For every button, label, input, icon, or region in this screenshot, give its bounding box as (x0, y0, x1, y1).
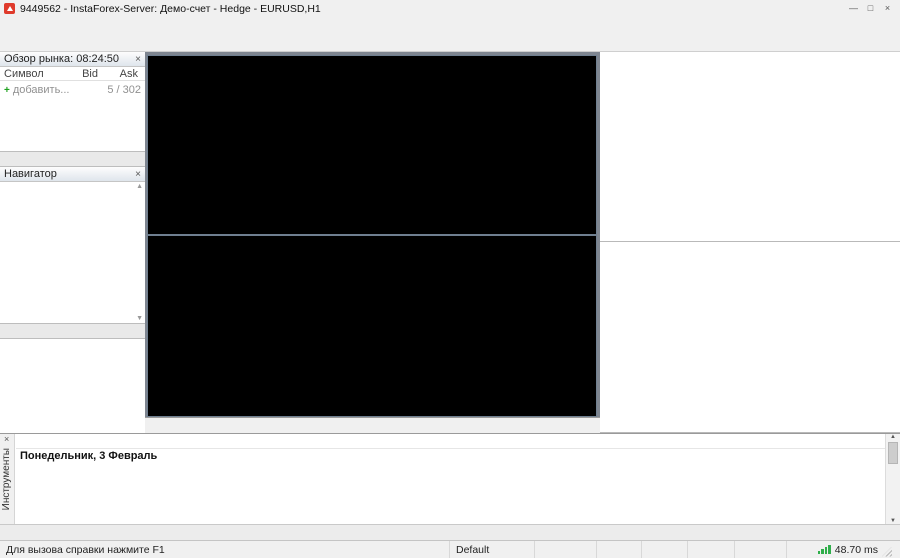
calendar-scrollbar[interactable]: ▲ ▼ (885, 434, 900, 524)
add-symbol-label: добавить... (13, 84, 70, 96)
window-titlebar: 9449562 - InstaForex-Server: Демо-счет -… (0, 0, 900, 17)
chart-window-tabs (145, 417, 600, 433)
toolbox-close-icon[interactable]: × (4, 434, 9, 444)
window-title: 9449562 - InstaForex-Server: Демо-счет -… (20, 3, 321, 15)
main-toolbar (0, 30, 900, 52)
toolbox-panel: × Инструменты Понедельник, 3 Февраль ▲ ▼ (0, 433, 900, 524)
connection-signal-icon (818, 545, 831, 554)
market-watch-add-row[interactable]: + добавить... 5 / 302 (0, 81, 145, 99)
chart-window-eurusd (147, 55, 597, 235)
chart-window-gbpusd (147, 235, 597, 417)
resize-grip[interactable] (882, 547, 892, 557)
scroll-up-icon[interactable]: ▲ (136, 183, 143, 190)
market-watch-header: Обзор рынка: 08:24:50 × (0, 52, 145, 67)
col-ask: Ask (102, 68, 142, 80)
scroll-up-icon[interactable]: ▲ (886, 434, 900, 440)
market-depth-panel-eurusd (600, 52, 900, 242)
navigator-tabs (0, 323, 145, 339)
status-help: Для вызова справки нажмите F1 (0, 541, 450, 558)
market-depth-column (600, 52, 900, 433)
app-logo-icon (4, 3, 15, 14)
market-watch-columns: Символ Bid Ask (0, 67, 145, 81)
scroll-thumb[interactable] (888, 442, 898, 464)
market-depth-panel-gbpusd (600, 242, 900, 433)
left-panel: Обзор рынка: 08:24:50 × Символ Bid Ask +… (0, 52, 145, 433)
menu-bar (0, 17, 900, 30)
col-bid: Bid (62, 68, 102, 80)
col-symbol: Символ (0, 68, 62, 80)
toolbox-tab-bar (0, 524, 900, 540)
market-watch-title: Обзор рынка: 08:24:50 (4, 53, 119, 65)
symbols-count: 5 / 302 (107, 84, 141, 96)
minimize-icon[interactable]: — (845, 1, 862, 16)
scroll-down-icon[interactable]: ▼ (136, 315, 143, 322)
market-watch-close-icon[interactable]: × (135, 54, 141, 65)
navigator-header: Навигатор × (0, 167, 145, 182)
navigator-title: Навигатор (4, 168, 57, 180)
calendar-columns (16, 434, 885, 449)
toolbox-vertical-tab[interactable]: Инструменты (1, 448, 12, 510)
add-icon: + (4, 85, 10, 96)
close-icon[interactable]: × (879, 1, 896, 16)
calendar-day-header: Понедельник, 3 Февраль (16, 449, 885, 462)
mt5-terminal: 9449562 - InstaForex-Server: Демо-счет -… (0, 0, 900, 558)
status-bar: Для вызова справки нажмите F1 Default 48… (0, 540, 900, 558)
maximize-icon[interactable]: □ (862, 1, 879, 16)
toolbox-side-strip: × Инструменты (0, 434, 15, 524)
chart-workspace (145, 52, 600, 433)
navigator-close-icon[interactable]: × (135, 169, 141, 180)
market-watch-tabs (0, 151, 145, 167)
calendar-table: Понедельник, 3 Февраль (16, 434, 885, 524)
navigator-tree: ▲ ▼ (0, 182, 145, 323)
status-latency[interactable]: 48.70 ms (835, 544, 878, 556)
status-profile[interactable]: Default (450, 541, 535, 558)
